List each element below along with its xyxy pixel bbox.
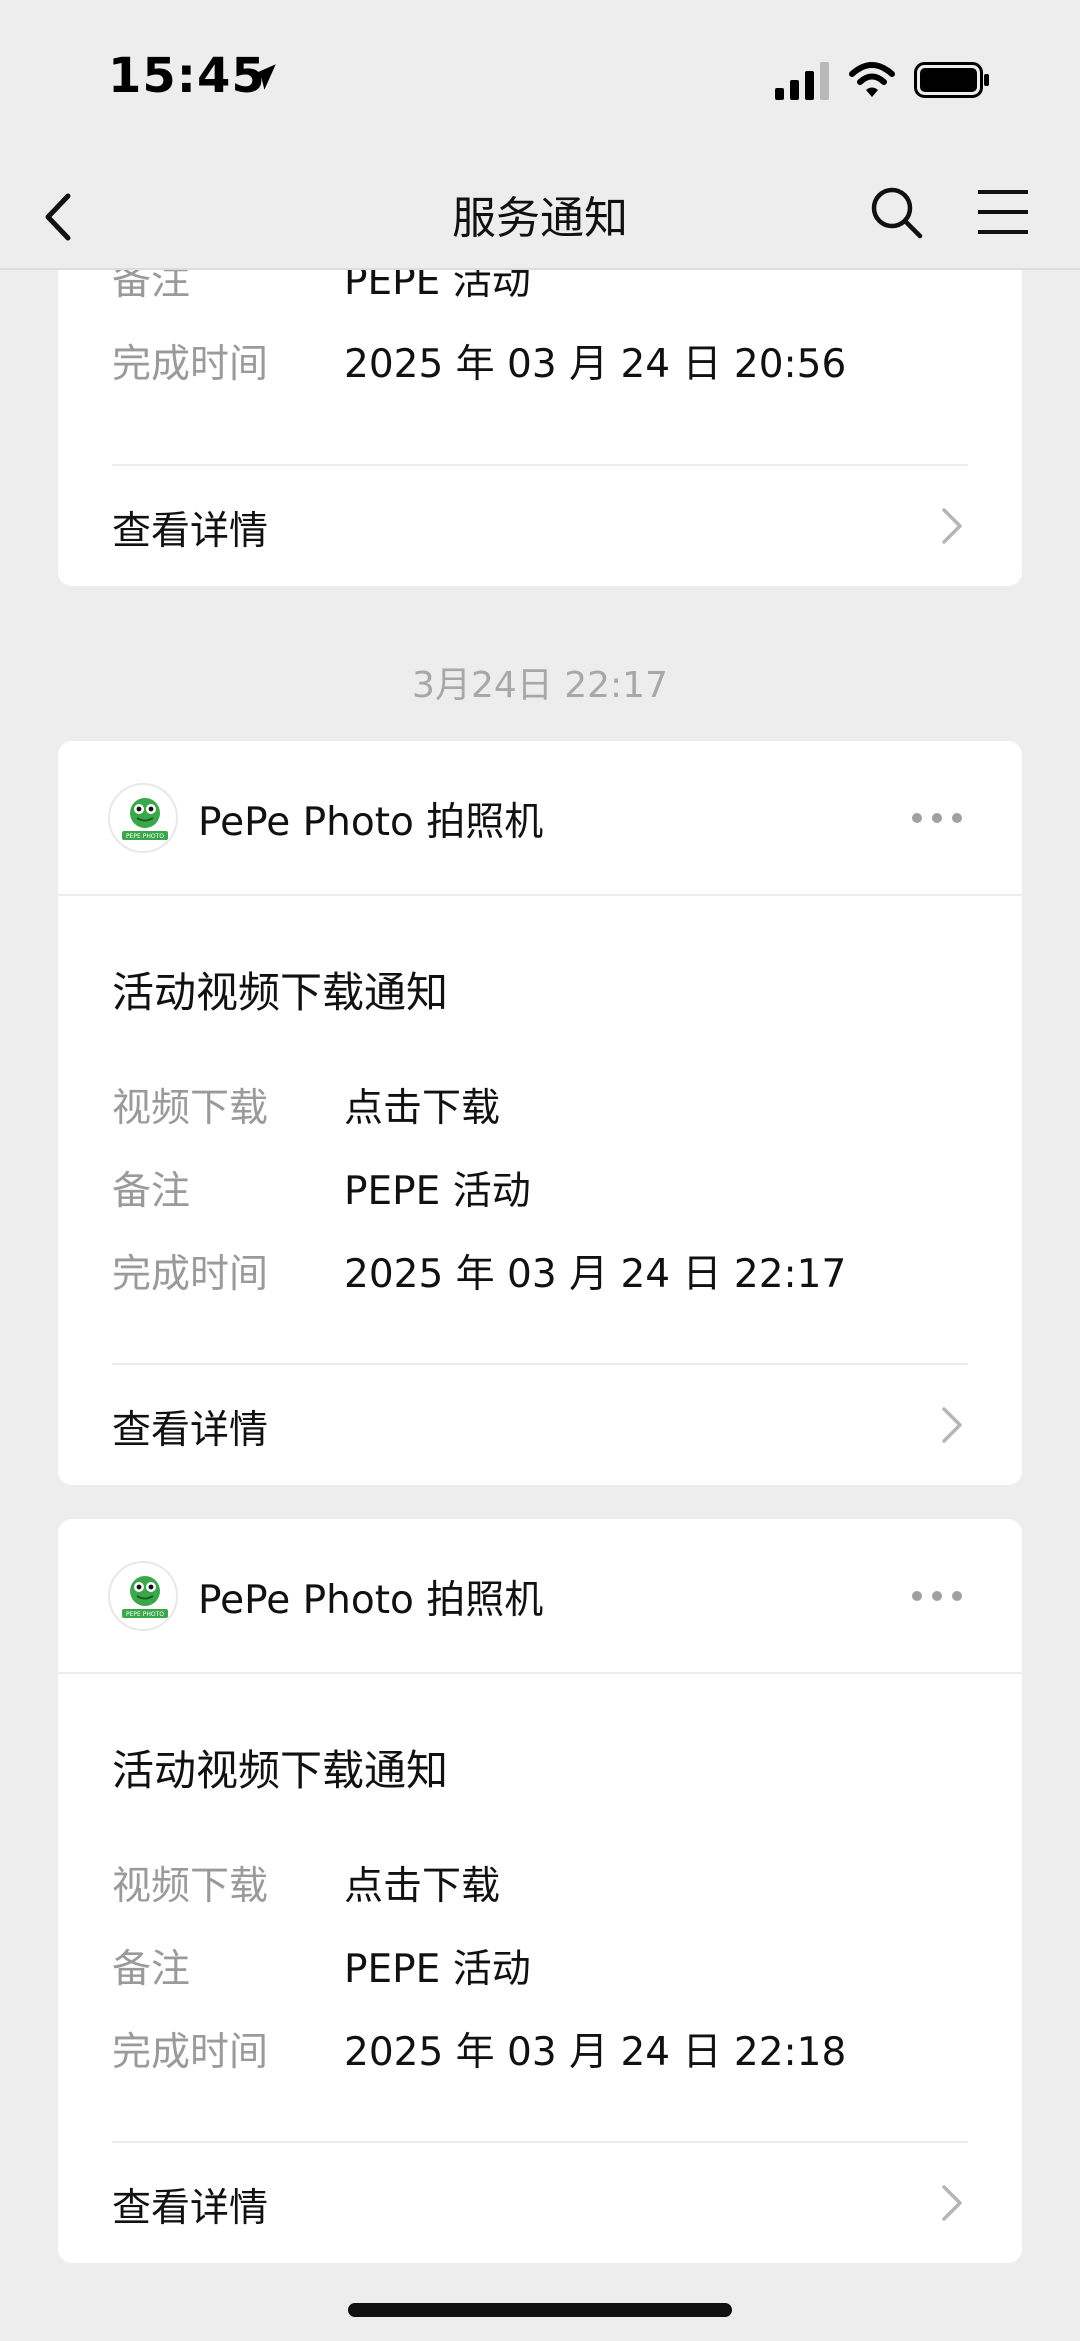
view-details-row[interactable]: 查看详情 [58,2143,1022,2263]
field-label: 视频下载 [112,1086,269,1131]
field-row-completion-time: 完成时间 2025 年 03 月 24 日 20:56 [112,333,968,393]
download-link[interactable]: 点击下载 [344,1077,500,1133]
status-time: 15:45 [108,48,266,104]
home-indicator[interactable] [348,2303,732,2317]
chevron-right-icon [942,1407,962,1443]
frog-logo-icon: PEPE PHOTO [122,798,168,840]
notification-card: PEPE PHOTO PePe Photo 拍照机 活动视频下载通知 视频下载 … [58,741,1022,1485]
field-row-video-download[interactable]: 视频下载 点击下载 [112,1077,968,1137]
frog-logo-icon: PEPE PHOTO [122,1576,168,1618]
app-name: PePe Photo 拍照机 [198,1578,544,1623]
message-timestamp: 3月24日 22:17 [412,665,668,706]
screen: 15:45 服务通知 备注 PEPE 活动 完成时间 2025 年 03 月 2… [0,0,1080,2341]
field-label: 完成时间 [112,2030,269,2075]
navigation-bar: 服务通知 [0,160,1080,270]
view-details-label: 查看详情 [112,2186,269,2231]
view-details-label: 查看详情 [112,1408,269,1453]
view-details-row[interactable]: 查看详情 [58,1365,1022,1485]
chevron-right-icon [942,508,962,544]
battery-icon [914,62,989,98]
field-row-completion-time: 完成时间 2025 年 03 月 24 日 22:18 [112,2021,968,2081]
field-row-note: 备注 PEPE 活动 [112,1160,968,1220]
status-bar: 15:45 [0,0,1080,160]
app-name: PePe Photo 拍照机 [198,800,544,845]
field-label: 完成时间 [112,342,269,387]
cellular-signal-icon [775,62,829,100]
card-header[interactable]: PEPE PHOTO PePe Photo 拍照机 [58,741,1022,896]
wifi-icon [849,62,895,97]
field-value: 2025 年 03 月 24 日 20:56 [344,342,847,387]
more-options-icon[interactable] [910,1585,964,1607]
app-avatar: PEPE PHOTO [108,1561,178,1631]
view-details-row[interactable]: 查看详情 [58,466,1022,586]
field-label: 完成时间 [112,1252,269,1297]
app-avatar: PEPE PHOTO [108,783,178,853]
field-value: PEPE 活动 [344,1947,531,1992]
field-row-note: 备注 PEPE 活动 [112,1938,968,1998]
avatar-logo-text: PEPE PHOTO [126,833,164,840]
notification-card-previous: 备注 PEPE 活动 完成时间 2025 年 03 月 24 日 20:56 查… [58,250,1022,586]
field-row-video-download[interactable]: 视频下载 点击下载 [112,1855,968,1915]
field-value: PEPE 活动 [344,1169,531,1214]
card-header[interactable]: PEPE PHOTO PePe Photo 拍照机 [58,1519,1022,1674]
field-row-completion-time: 完成时间 2025 年 03 月 24 日 22:17 [112,1243,968,1303]
view-details-label: 查看详情 [112,509,269,554]
field-label: 视频下载 [112,1864,269,1909]
search-icon[interactable] [866,182,926,242]
notification-title: 活动视频下载通知 [112,968,449,1017]
notification-title: 活动视频下载通知 [112,1746,449,1795]
menu-icon[interactable] [974,184,1032,240]
field-value: 2025 年 03 月 24 日 22:17 [344,1252,847,1297]
download-link[interactable]: 点击下载 [344,1855,500,1911]
avatar-logo-text: PEPE PHOTO [126,1611,164,1618]
notification-card: PEPE PHOTO PePe Photo 拍照机 活动视频下载通知 视频下载 … [58,1519,1022,2263]
field-value: 2025 年 03 月 24 日 22:18 [344,2030,847,2075]
more-options-icon[interactable] [910,807,964,829]
field-label: 备注 [112,1169,191,1214]
location-arrow-icon [250,64,276,90]
chevron-right-icon [942,2185,962,2221]
field-label: 备注 [112,1947,191,1992]
